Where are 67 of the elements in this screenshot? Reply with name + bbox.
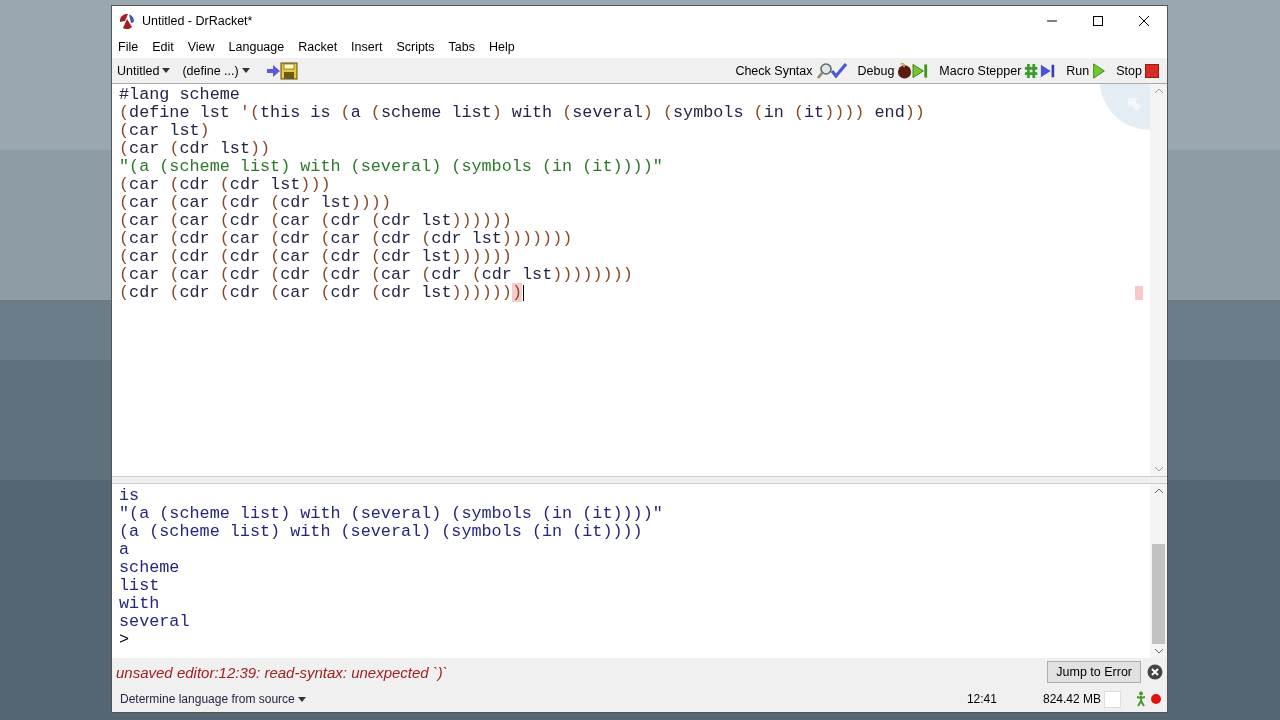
caret-icon (241, 68, 250, 73)
code-line: (car (cdr (car (cdr (car (cdr (cdr lst))))))) (119, 230, 573, 248)
output-line: is (119, 487, 141, 505)
maximize-icon[interactable] (1092, 15, 1104, 27)
jump-to-error-button[interactable]: Jump to Error (1047, 661, 1141, 683)
output-line: (a (scheme list) with (several) (symbols (in (it)))) (119, 523, 644, 541)
memory-usage: 824.42 MB (1042, 692, 1101, 706)
scroll-up-icon[interactable] (1153, 88, 1164, 94)
definitions-dropdown[interactable]: (define ...) (182, 63, 256, 78)
menu-item[interactable]: Help (489, 40, 522, 54)
toolbar-button[interactable]: Debug (853, 61, 934, 80)
menu-item[interactable]: View (187, 40, 222, 54)
menu-item[interactable]: Language (228, 40, 292, 54)
code-line: (cdr (cdr (cdr (car (cdr (cdr lst))))))) (119, 284, 522, 302)
window-title: Untitled - DrRacket* (142, 14, 253, 28)
code-line: "(a (scheme list) with (several) (symbols (in (it))))" (119, 158, 663, 176)
menu-item[interactable]: Insert (351, 40, 390, 54)
scrollbar[interactable] (1150, 484, 1167, 658)
save-icon[interactable] (265, 61, 298, 80)
toolbar-button[interactable]: Macro Stepper (935, 61, 1061, 80)
scroll-down-icon[interactable] (1153, 648, 1164, 654)
hash-play-icon (1024, 61, 1057, 80)
cursor-position: 12:41 (966, 692, 997, 706)
output-line: "(a (scheme list) with (several) (symbols (in (it))))" (119, 505, 664, 523)
bug-play-icon (897, 61, 930, 80)
toolbar-button[interactable]: Check Syntax (731, 61, 852, 80)
prompt: > (119, 631, 131, 649)
walking-figure-icon (1135, 691, 1147, 707)
caret-icon (297, 696, 306, 702)
code-line: (car lst) (119, 122, 210, 140)
code-line: (car (car (cdr (cdr lst)))) (119, 194, 391, 212)
output-line: a (119, 541, 131, 559)
output-line: scheme (119, 559, 181, 577)
output-line: list (119, 577, 161, 595)
magnifier-check-icon (815, 61, 848, 80)
menu-item[interactable]: Scripts (396, 40, 442, 54)
scroll-thumb[interactable] (1152, 544, 1165, 644)
scrollbar[interactable] (1150, 84, 1167, 476)
menu-item[interactable]: File (118, 40, 146, 54)
scroll-up-icon[interactable] (1153, 488, 1164, 494)
code-line: (car (car (cdr (car (cdr (cdr lst)))))) (119, 212, 512, 230)
code-line: (car (cdr (cdr (car (cdr (cdr lst)))))) (119, 248, 512, 266)
status-dot-icon (1151, 694, 1161, 704)
code-line: (car (cdr lst)) (119, 140, 271, 158)
menu-item[interactable]: Racket (298, 40, 345, 54)
toolbar-button[interactable]: Stop (1112, 62, 1163, 79)
output-line: several (119, 613, 191, 631)
app-logo-icon (119, 13, 135, 29)
code-line: (car (cdr (cdr lst))) (119, 176, 331, 194)
code-line: (car (car (cdr (cdr (cdr (car (cdr (cdr lst)))))))) (119, 266, 633, 284)
close-icon[interactable] (1147, 664, 1163, 680)
error-message: unsaved editor:12:39: read-syntax: unexpected `)` (116, 663, 449, 681)
memory-box (1104, 690, 1121, 708)
play-icon (1092, 62, 1107, 79)
output-line: with (119, 595, 161, 613)
caret-icon (162, 68, 171, 73)
file-dropdown[interactable]: Untitled (117, 63, 177, 78)
toolbar-button[interactable]: Run (1062, 62, 1111, 79)
code-line: (define lst '(this is (a (scheme list) with (several) (symbols (in (it)))) end)) (119, 104, 925, 122)
code-line: #lang scheme (119, 86, 240, 104)
stop-icon (1145, 62, 1159, 79)
scroll-down-icon[interactable] (1153, 466, 1164, 472)
close-icon[interactable] (1138, 15, 1150, 27)
language-dropdown[interactable]: Determine language from source (120, 692, 312, 706)
menu-item[interactable]: Tabs (448, 40, 482, 54)
error-marker (1135, 286, 1143, 300)
menu-item[interactable]: Edit (152, 40, 181, 54)
